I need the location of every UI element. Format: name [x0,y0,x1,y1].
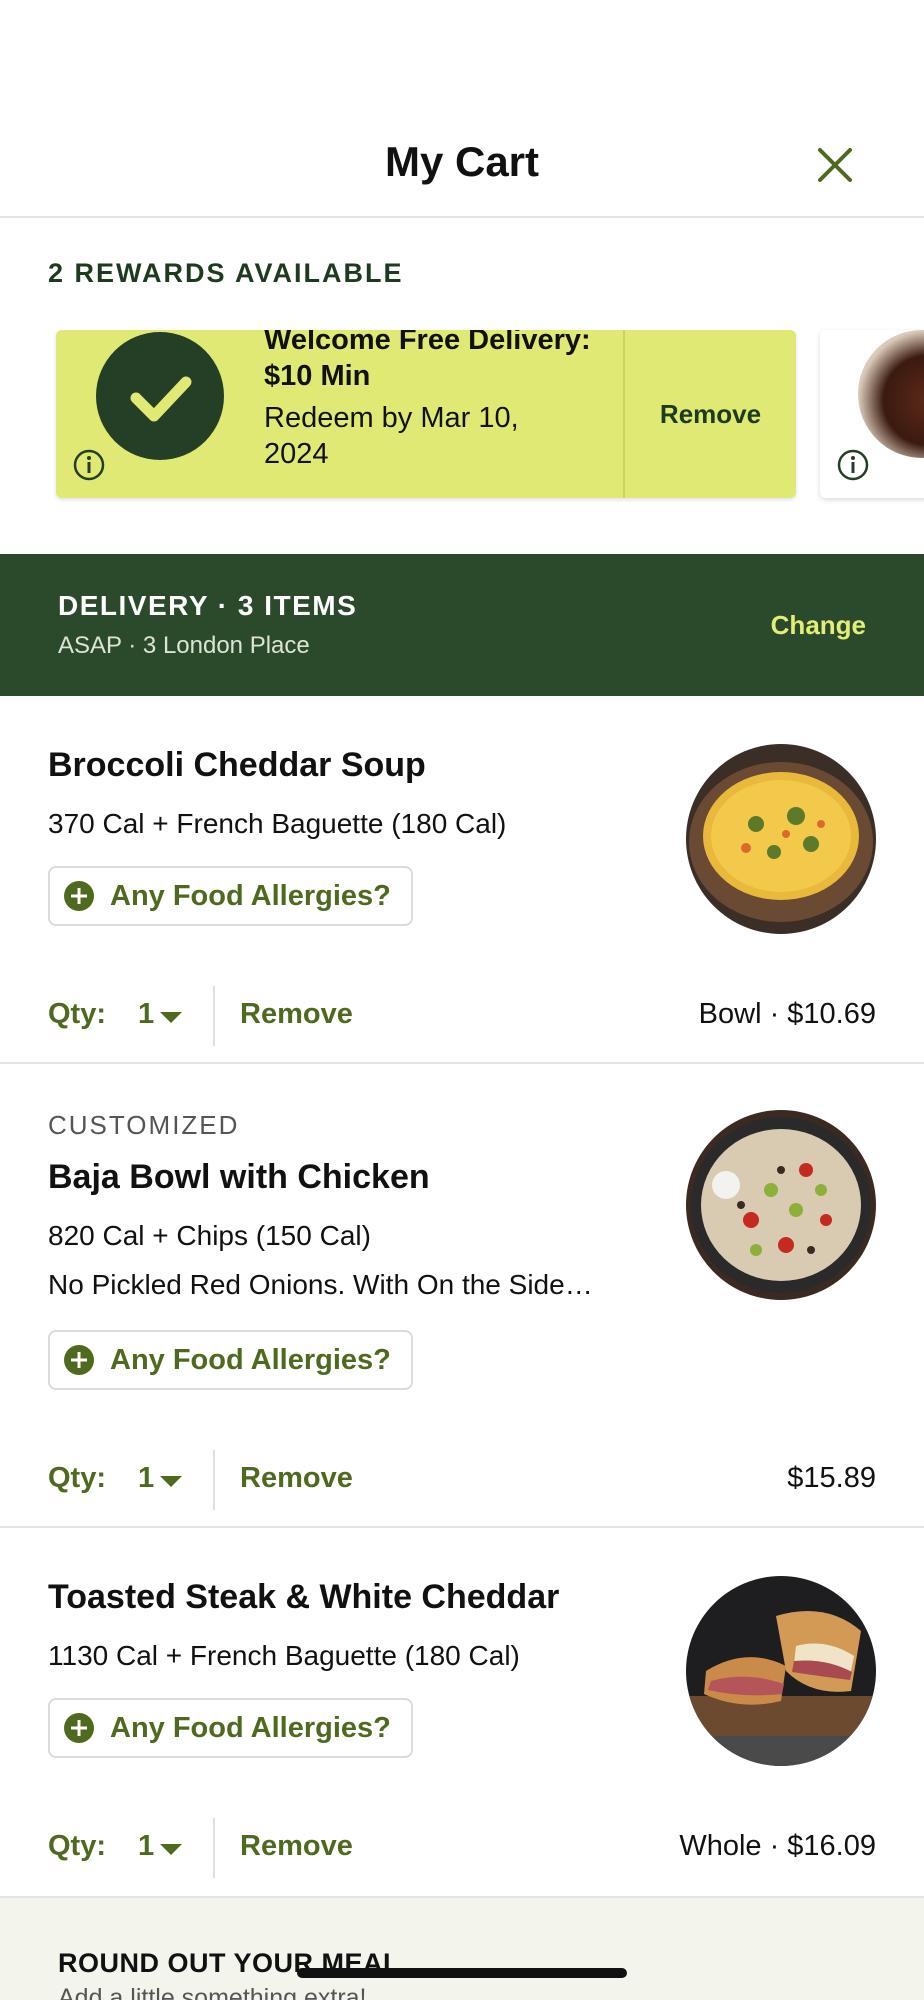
change-delivery-button[interactable]: Change [771,610,866,641]
chevron-down-icon[interactable] [160,1844,182,1855]
item-price: Whole · $16.09 [679,1830,876,1862]
item-name: Baja Bowl with Chicken [48,1158,430,1196]
delivery-address: ASAP · 3 London Place [58,632,310,659]
remove-item-button[interactable]: Remove [240,998,353,1031]
cart-item: Toasted Steak & White Cheddar 1130 Cal +… [0,1528,924,1896]
cart-header: My Cart [0,0,924,218]
delivery-bar: DELIVERY · 3 ITEMS ASAP · 3 London Place… [0,554,924,696]
qty-divider [213,1450,215,1510]
remove-item-button[interactable]: Remove [240,1462,353,1495]
item-photo [686,744,876,934]
item-calories: 820 Cal + Chips (150 Cal) [48,1220,371,1251]
close-icon[interactable] [812,142,858,188]
reward-card-next[interactable] [820,330,924,498]
check-icon [130,376,192,422]
food-allergies-label: Any Food Allergies? [110,879,391,912]
quantity-row: Qty: 1 Remove Bowl · $10.69 [0,986,924,1046]
food-allergies-button[interactable]: Any Food Allergies? [48,866,413,926]
quantity-row: Qty: 1 Remove $15.89 [0,1450,924,1510]
cart-item: Broccoli Cheddar Soup 370 Cal + French B… [0,696,924,1064]
soup-image [686,744,876,934]
quantity-row: Qty: 1 Remove Whole · $16.09 [0,1818,924,1878]
qty-divider [213,1818,215,1878]
rewards-heading: 2 REWARDS AVAILABLE [48,258,404,288]
item-customization-note: No Pickled Red Onions. With On the Side… [48,1269,593,1300]
qty-label: Qty: [48,1462,106,1494]
qty-value[interactable]: 1 [138,998,154,1031]
info-icon[interactable] [836,448,870,482]
remove-item-button[interactable]: Remove [240,1830,353,1863]
delivery-title: DELIVERY · 3 ITEMS [58,590,358,621]
chevron-down-icon[interactable] [160,1476,182,1487]
plus-icon [64,1345,94,1375]
reward-name: Welcome Free Delivery: $10 Min [264,330,591,392]
food-allergies-label: Any Food Allergies? [110,1343,391,1376]
plus-icon [64,881,94,911]
bowl-image [686,1110,876,1300]
item-price: Bowl · $10.69 [698,998,876,1030]
plus-icon [64,1713,94,1743]
page-title: My Cart [384,138,540,185]
round-out-subtitle: Add a little something extra! [58,1984,367,2000]
qty-label: Qty: [48,998,106,1030]
item-calories: 1130 Cal + French Baguette (180 Cal) [48,1640,520,1671]
item-name: Broccoli Cheddar Soup [48,746,426,784]
qty-value[interactable]: 1 [138,1830,154,1863]
reward-remove-button[interactable]: Remove [625,330,796,498]
food-allergies-label: Any Food Allergies? [110,1711,391,1744]
sandwich-image [686,1576,876,1766]
qty-value[interactable]: 1 [138,1462,154,1495]
item-photo [686,1110,876,1300]
food-allergies-button[interactable]: Any Food Allergies? [48,1330,413,1390]
reward-card[interactable]: Welcome Free Delivery: $10 Min Redeem by… [56,330,796,498]
qty-divider [213,986,215,1046]
qty-label: Qty: [48,1830,106,1862]
reward-selected-badge [96,332,224,460]
item-name: Toasted Steak & White Cheddar [48,1578,560,1616]
customized-tag: CUSTOMIZED [48,1110,240,1140]
reward-thumbnail [858,330,924,458]
item-calories: 370 Cal + French Baguette (180 Cal) [48,808,507,839]
round-out-section: ROUND OUT YOUR MEAL Add a little somethi… [0,1896,924,2000]
cart-item: CUSTOMIZED Baja Bowl with Chicken 820 Ca… [0,1064,924,1528]
item-price: $15.89 [787,1462,876,1494]
chevron-down-icon[interactable] [160,1012,182,1023]
item-photo [686,1576,876,1766]
home-indicator[interactable] [297,1968,627,1978]
reward-redeem-date: Redeem by Mar 10, 2024 [264,402,519,470]
info-icon[interactable] [72,448,106,482]
food-allergies-button[interactable]: Any Food Allergies? [48,1698,413,1758]
